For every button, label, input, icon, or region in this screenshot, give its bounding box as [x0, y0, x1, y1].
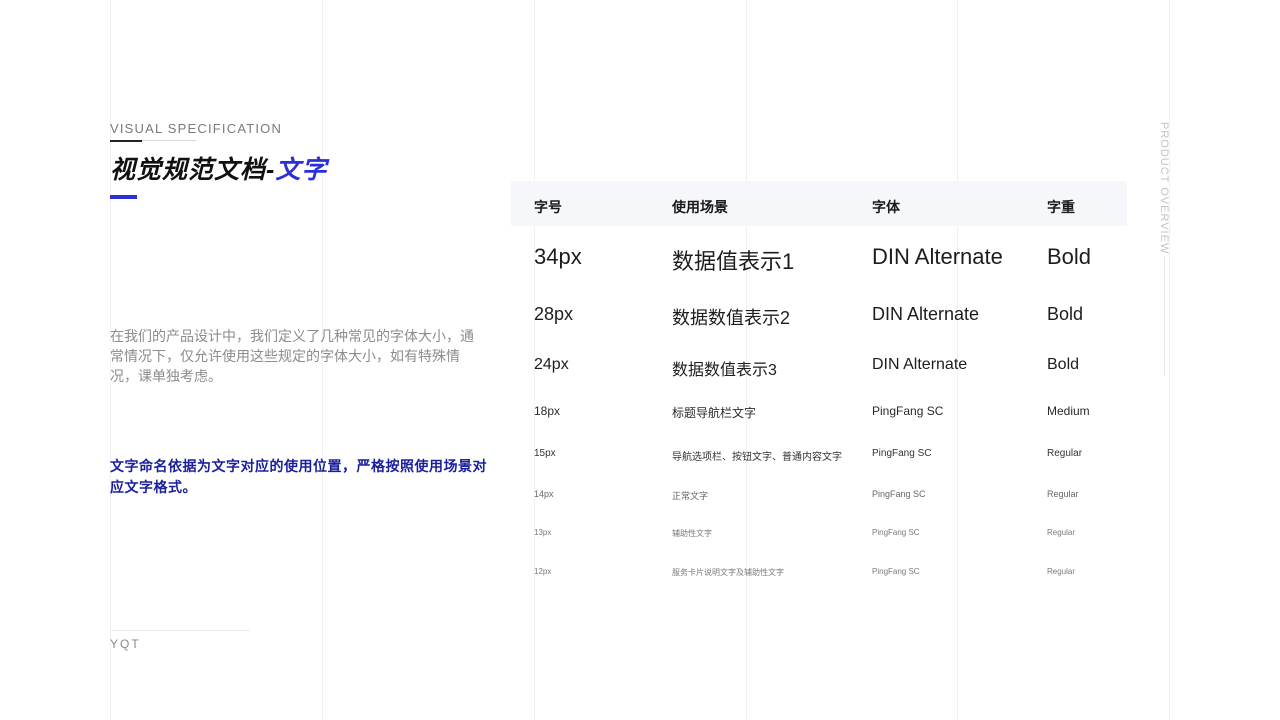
cell-usage: 标题导航栏文字	[672, 406, 757, 420]
cell-size: 13px	[534, 528, 552, 537]
header-size: 字号	[534, 199, 562, 215]
cell-font: DIN Alternate	[872, 244, 1003, 269]
eyebrow-divider-accent	[110, 140, 142, 142]
cell-font: PingFang SC	[872, 489, 926, 499]
footer-divider	[110, 630, 250, 631]
eyebrow-label: VISUAL SPECIFICATION	[110, 121, 283, 136]
cell-usage: 导航选项栏、按钮文字、普通内容文字	[672, 452, 842, 463]
table-header: 字号 使用场景 字体 字重	[511, 181, 1127, 226]
cell-weight: Bold	[1047, 356, 1080, 373]
cell-font: DIN Alternate	[872, 356, 968, 373]
cell-size: 24px	[534, 356, 569, 373]
cell-usage: 数据数值表示3	[672, 362, 777, 379]
cell-font: PingFang SC	[872, 448, 932, 459]
header-weight: 字重	[1047, 199, 1075, 215]
cell-usage: 数据数值表示2	[672, 308, 791, 328]
cell-size: 28px	[534, 304, 574, 324]
cell-weight: Regular	[1047, 567, 1076, 576]
cell-size: 18px	[534, 404, 561, 418]
title-accent-bar	[110, 195, 137, 199]
cell-size: 34px	[534, 244, 582, 269]
cell-font: DIN Alternate	[872, 304, 980, 324]
cell-font: PingFang SC	[872, 567, 920, 576]
cell-weight: Bold	[1047, 304, 1084, 324]
footer-brand: YQT	[110, 637, 141, 651]
cell-usage: 数据值表示1	[672, 249, 795, 274]
cell-usage: 服务卡片说明文字及辅助性文字	[672, 568, 784, 577]
cell-font: PingFang SC	[872, 404, 944, 418]
page-title: 视觉规范文档-文字	[110, 150, 327, 186]
grid-line	[1169, 0, 1170, 720]
side-divider	[1164, 256, 1165, 376]
font-spec-table: 字号 使用场景 字体 字重 34px 数据值表示1 DIN Alternate …	[511, 181, 1127, 577]
naming-rule-note: 文字命名依据为文字对应的使用位置，严格按照使用场景对应文字格式。	[110, 458, 487, 495]
cell-weight: Regular	[1047, 528, 1076, 537]
cell-font: PingFang SC	[872, 528, 920, 537]
intro-paragraph: 在我们的产品设计中，我们定义了几种常见的字体大小，通常情况下，仅允许使用这些规定…	[110, 328, 474, 384]
header-font: 字体	[872, 199, 900, 215]
cell-weight: Bold	[1047, 244, 1092, 269]
cell-size: 12px	[534, 567, 552, 576]
cell-usage: 辅助性文字	[672, 529, 712, 538]
page-title-accent: 文字	[275, 156, 328, 184]
cell-weight: Regular	[1047, 448, 1083, 459]
cell-usage: 正常文字	[672, 491, 709, 501]
cell-size: 15px	[534, 448, 556, 459]
page-title-main: 视觉规范文档-	[110, 156, 276, 184]
side-label: PRODUCT OVERVIEW	[1158, 122, 1170, 255]
cell-size: 14px	[534, 489, 554, 499]
header-usage: 使用场景	[672, 199, 728, 215]
cell-weight: Medium	[1047, 404, 1090, 418]
cell-weight: Regular	[1047, 489, 1079, 499]
